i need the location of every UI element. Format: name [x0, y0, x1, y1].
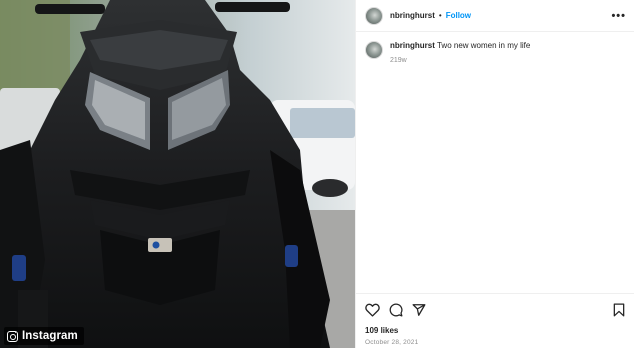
username-link[interactable]: nbringhurst [390, 11, 435, 20]
action-icons [365, 302, 625, 318]
watermark-label: Instagram [22, 330, 78, 342]
action-section: 109 likes October 28, 2021 [356, 293, 634, 348]
post-date: October 28, 2021 [365, 339, 419, 346]
post-side-panel: nbringhurst • Follow ••• nbringhurst Two… [355, 0, 634, 348]
instagram-watermark: Instagram [4, 327, 84, 345]
caption: nbringhurst Two new women in my life 219… [390, 41, 530, 66]
snowmobile-photo-illustration [0, 0, 355, 348]
caption-block: nbringhurst Two new women in my life 219… [356, 32, 634, 66]
share-icon[interactable] [412, 303, 426, 317]
post-header: nbringhurst • Follow ••• [356, 0, 634, 32]
likes-count[interactable]: 109 likes [365, 326, 625, 335]
separator-dot: • [438, 11, 442, 20]
avatar[interactable] [365, 6, 383, 25]
caption-username-link[interactable]: nbringhurst [390, 41, 435, 50]
caption-avatar[interactable] [365, 41, 383, 59]
comment-icon[interactable] [389, 303, 403, 317]
time-ago: 219w [390, 57, 407, 64]
follow-button[interactable]: Follow [446, 11, 471, 20]
bookmark-icon[interactable] [613, 303, 625, 317]
heart-icon[interactable] [365, 303, 380, 317]
caption-text: Two new women in my life [436, 41, 531, 50]
instagram-logo-icon [7, 330, 18, 342]
more-options-icon[interactable]: ••• [611, 10, 626, 22]
post-photo[interactable]: Instagram [0, 0, 355, 348]
